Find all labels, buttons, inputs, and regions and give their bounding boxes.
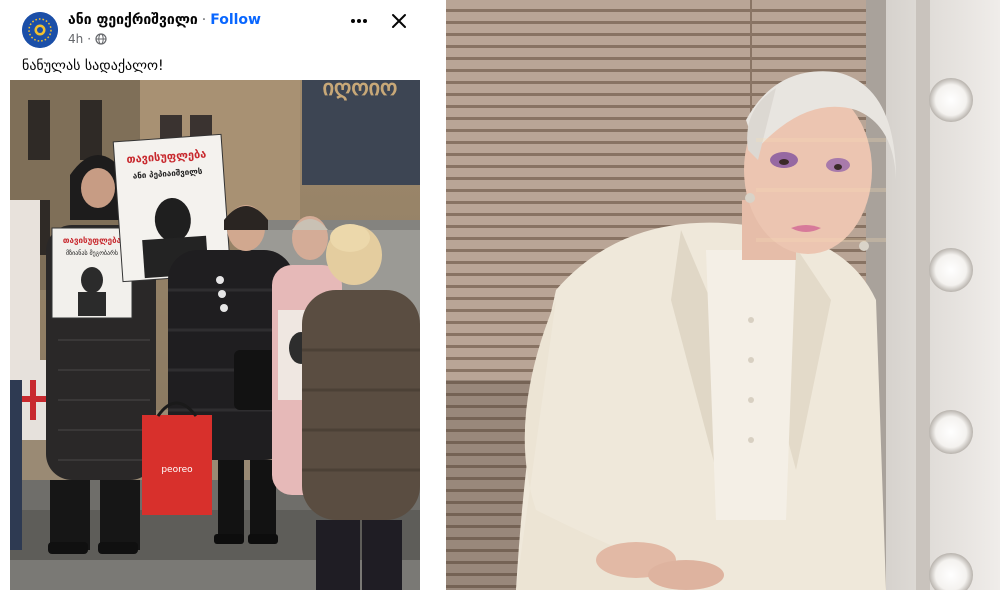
- post-author-line: ანი ფეიქრიშვილი · Follow: [68, 12, 261, 28]
- social-post-card: ანი ფეიქრიშვილი · Follow 4h · ნანულას სადა…: [0, 0, 432, 590]
- placard-1-title: თავისუფლება: [63, 236, 122, 245]
- author-avatar[interactable]: [22, 12, 58, 48]
- post-meta: 4h ·: [68, 32, 107, 46]
- separator-dot: ·: [87, 32, 92, 46]
- post-text: ნანულას სადაქალო!: [22, 58, 164, 74]
- vanity-bulb: [929, 248, 973, 292]
- party-logo-icon: [22, 12, 58, 48]
- close-icon[interactable]: [388, 10, 410, 32]
- protest-illustration: იღოიო თავისუფლება მზიანას მეგობარს თავის…: [10, 80, 420, 590]
- portrait-illustration: [446, 0, 1000, 590]
- post-photo-protest[interactable]: იღოიო თავისუფლება მზიანას მეგობარს თავის…: [10, 80, 420, 590]
- follow-button[interactable]: Follow: [210, 12, 261, 28]
- portrait-photo[interactable]: [446, 0, 1000, 590]
- vanity-bulb: [929, 78, 973, 122]
- separator: ·: [201, 12, 207, 28]
- vanity-bulb: [929, 410, 973, 454]
- post-time[interactable]: 4h: [68, 32, 83, 46]
- globe-icon: [95, 33, 107, 45]
- post-header: ანი ფეიქრიშვილი · Follow 4h ·: [0, 0, 432, 52]
- building-sign-text: იღოიო: [323, 80, 398, 101]
- bag-brand-text: peoreo: [161, 465, 193, 475]
- author-name[interactable]: ანი ფეიქრიშვილი: [68, 12, 198, 28]
- placard-1-subtitle: მზიანას მეგობარს: [66, 250, 118, 257]
- more-options-icon[interactable]: [348, 10, 370, 32]
